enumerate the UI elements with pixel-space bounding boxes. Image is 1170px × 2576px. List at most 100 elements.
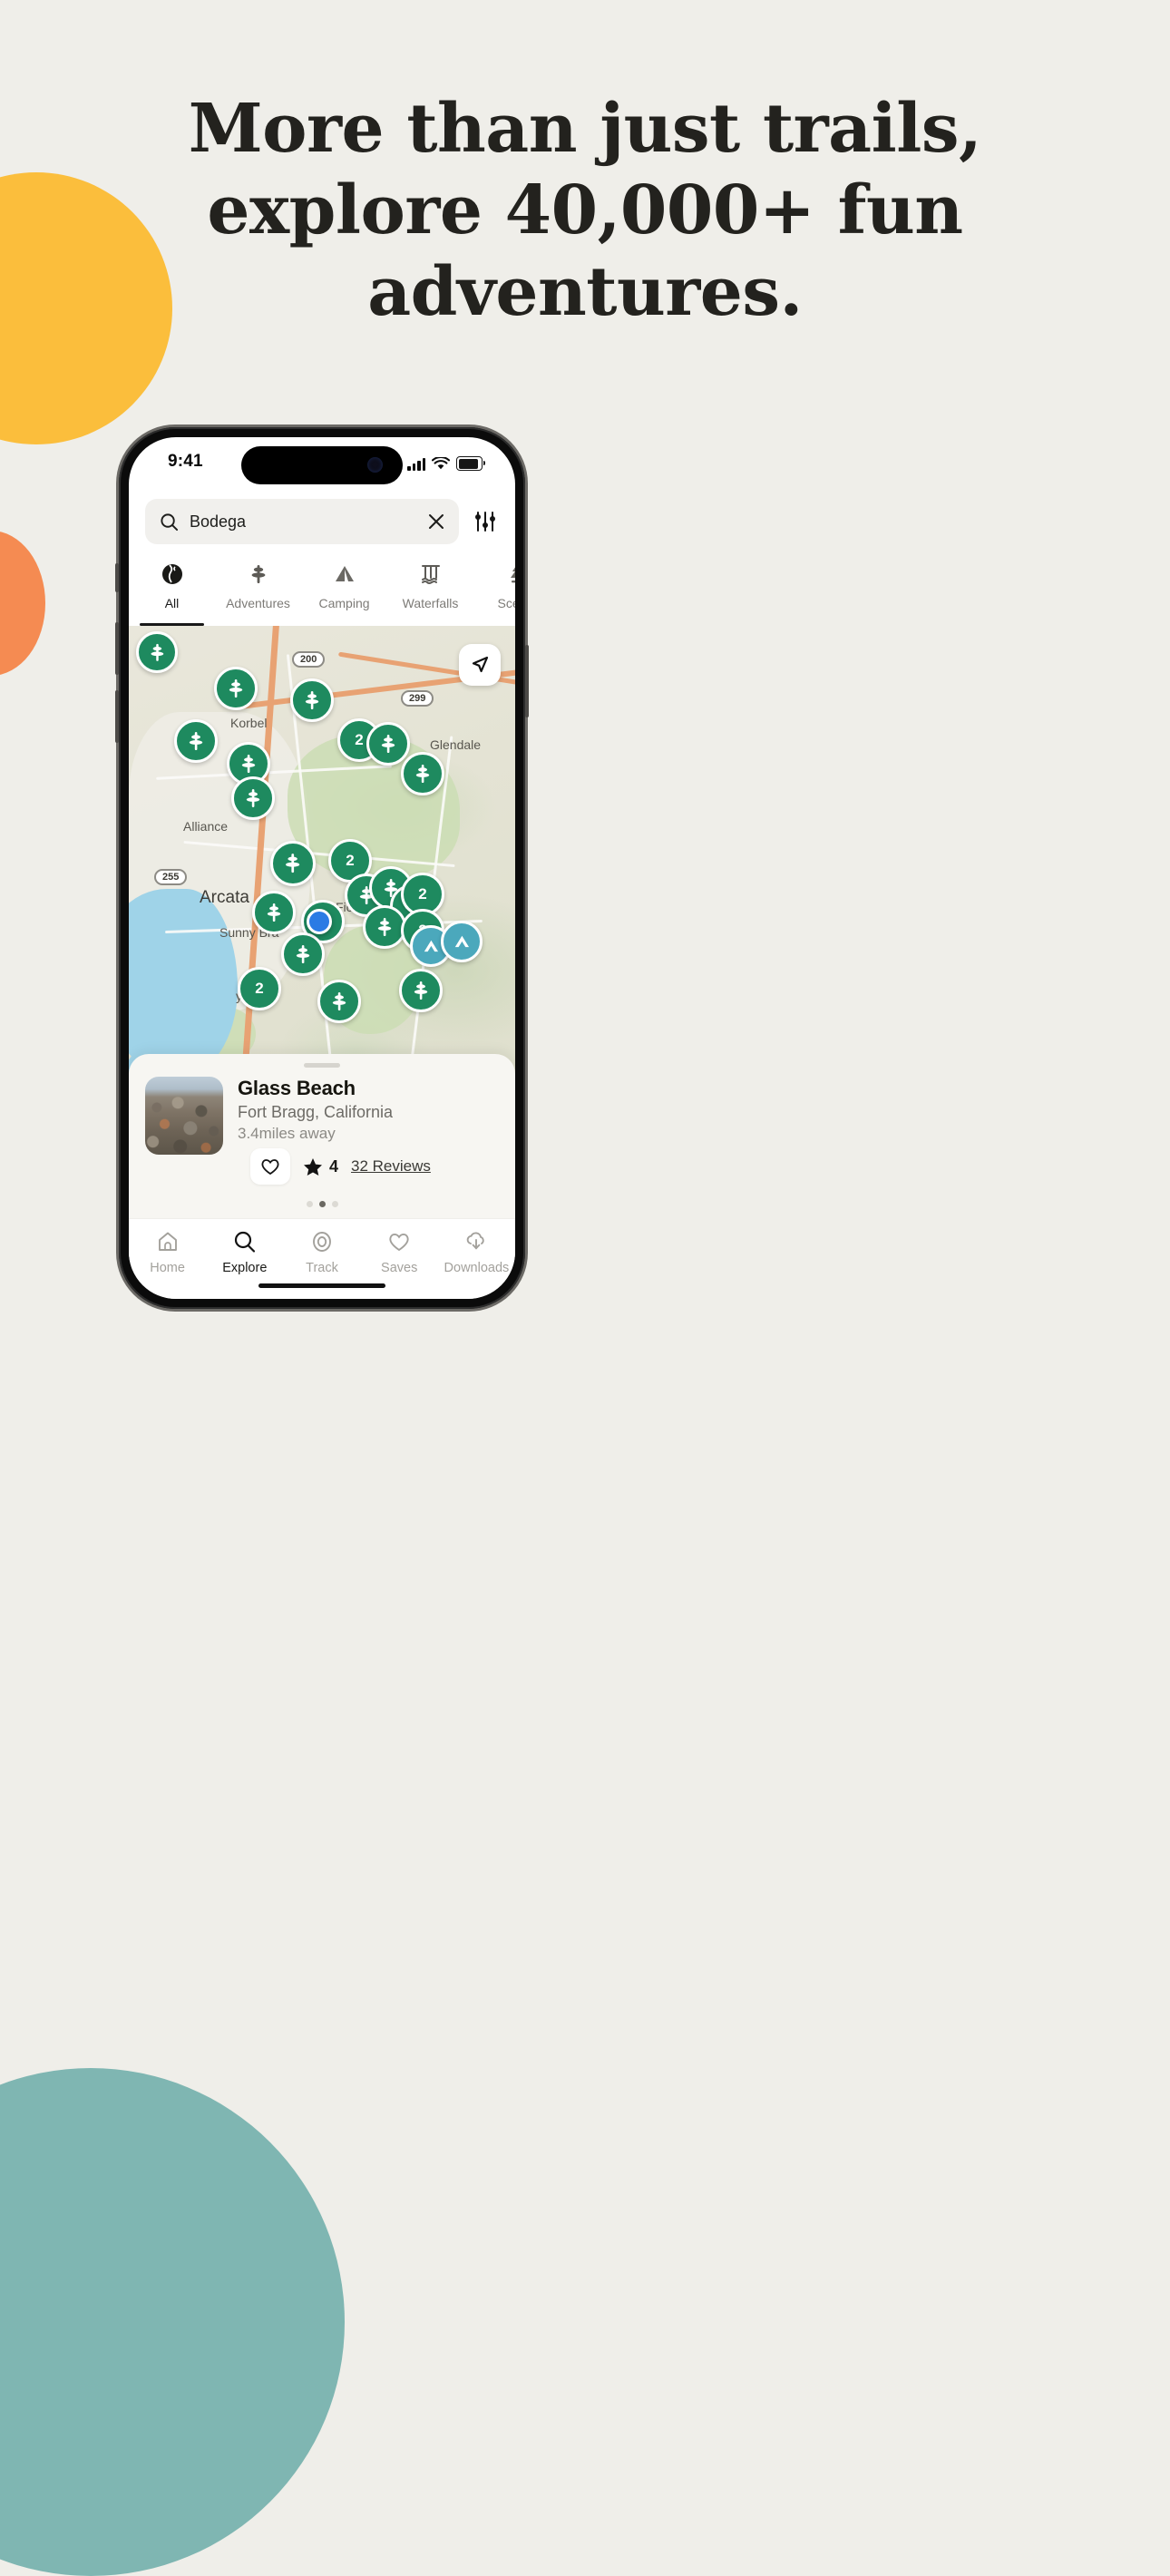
pine-tree-icon xyxy=(505,561,515,588)
place-card[interactable]: Glass Beach Fort Bragg, California 3.4mi… xyxy=(129,1054,515,1219)
tree-icon xyxy=(286,854,300,873)
home-indicator[interactable] xyxy=(258,1283,385,1288)
heart-icon xyxy=(387,1228,411,1255)
map-label: Glendale xyxy=(430,737,482,752)
map-pin[interactable] xyxy=(317,980,361,1023)
map-pin[interactable] xyxy=(281,932,325,976)
decorative-orange-circle xyxy=(0,531,45,676)
cloud-download-icon xyxy=(464,1228,488,1255)
search-value: Bodega xyxy=(190,512,247,531)
signal-bars-icon xyxy=(407,458,425,471)
page-dot[interactable] xyxy=(306,1201,313,1207)
map-pin[interactable] xyxy=(366,722,410,766)
favorite-button[interactable] xyxy=(250,1148,290,1185)
map-pin[interactable] xyxy=(290,678,334,722)
map-pin[interactable] xyxy=(214,667,258,710)
map-label: Korbel xyxy=(230,716,268,730)
map-label: Alliance xyxy=(183,819,229,834)
tree-icon xyxy=(247,561,270,588)
place-title: Glass Beach xyxy=(238,1077,356,1099)
nav-label: Home xyxy=(150,1261,185,1275)
tent-icon xyxy=(333,561,356,588)
navigation-arrow-icon xyxy=(472,656,489,673)
tab-camping[interactable]: Camping xyxy=(301,553,387,626)
map-pin[interactable] xyxy=(441,921,483,962)
map-pin[interactable] xyxy=(270,841,316,886)
sliders-icon xyxy=(475,512,495,532)
map-pin-cluster[interactable]: 2 xyxy=(238,967,281,1010)
reviews-link[interactable]: 32 Reviews xyxy=(351,1157,431,1176)
wifi-icon xyxy=(432,457,450,470)
tree-icon xyxy=(296,944,310,964)
map-highway-shield: 200 xyxy=(292,651,326,668)
close-icon[interactable] xyxy=(428,513,444,530)
tree-icon xyxy=(189,731,203,751)
place-meta-row: 4 32 Reviews xyxy=(250,1148,499,1185)
map-label: Arcata xyxy=(200,888,249,907)
dynamic-island xyxy=(241,446,403,484)
mountain-icon xyxy=(454,935,469,947)
map-pin[interactable] xyxy=(174,719,218,763)
tree-icon xyxy=(241,754,256,774)
nav-downloads[interactable]: Downloads xyxy=(438,1219,515,1299)
tab-all[interactable]: All xyxy=(129,553,215,626)
map-pin-count: 2 xyxy=(355,731,364,748)
rating: 4 xyxy=(303,1157,338,1176)
nav-label: Saves xyxy=(381,1261,418,1275)
place-location: Fort Bragg, California xyxy=(238,1103,394,1121)
page-dot-active[interactable] xyxy=(318,1201,326,1207)
map-view[interactable]: KorbelGlendaleAllianceArcataFickle HillS… xyxy=(129,626,515,1128)
status-clock: 9:41 xyxy=(168,452,203,471)
status-bar: 9:41 xyxy=(129,437,515,490)
place-card-body: Glass Beach Fort Bragg, California 3.4mi… xyxy=(129,1077,515,1190)
rating-value: 4 xyxy=(329,1156,339,1176)
map-pin-count: 2 xyxy=(418,885,427,903)
power-button[interactable] xyxy=(525,645,529,717)
tab-waterfalls[interactable]: Waterfalls xyxy=(387,553,473,626)
battery-icon xyxy=(456,456,485,471)
tree-icon xyxy=(151,643,163,661)
volume-down-button[interactable] xyxy=(115,690,119,743)
tree-icon xyxy=(229,678,243,698)
filter-button[interactable] xyxy=(472,508,499,535)
locate-me-button[interactable] xyxy=(459,644,501,686)
map-pin[interactable] xyxy=(136,631,178,673)
headline-line-1: More than just trails, xyxy=(188,90,982,168)
category-tabs[interactable]: All Adventures Camping Waterfalls Sc xyxy=(129,553,515,626)
globe-icon xyxy=(161,561,184,588)
tree-icon xyxy=(414,981,428,1000)
tree-icon xyxy=(377,917,392,937)
search-input[interactable]: Bodega xyxy=(145,499,459,544)
map-pin[interactable] xyxy=(399,969,443,1012)
tree-icon xyxy=(267,903,281,922)
map-highway-shield: 255 xyxy=(154,869,188,885)
mountain-icon xyxy=(424,940,438,951)
star-icon xyxy=(304,1157,322,1176)
place-thumbnail[interactable] xyxy=(145,1077,223,1155)
target-icon xyxy=(310,1228,334,1255)
map-pin[interactable] xyxy=(401,752,444,795)
phone-mockup: 9:41 Bodega All Adventures Camping Water… xyxy=(115,427,529,1309)
tab-label: All xyxy=(164,596,180,610)
tab-scenic[interactable]: Scenic xyxy=(473,553,515,626)
nav-label: Downloads xyxy=(444,1261,510,1275)
page-indicator[interactable] xyxy=(129,1190,515,1219)
headline-line-2: explore 40,000+ fun xyxy=(207,171,963,249)
page-dot[interactable] xyxy=(331,1201,338,1207)
nav-home[interactable]: Home xyxy=(129,1219,206,1299)
volume-up-button[interactable] xyxy=(115,622,119,675)
nav-label: Explore xyxy=(222,1261,268,1275)
tree-icon xyxy=(332,991,346,1011)
headline-line-3: adventures. xyxy=(367,253,803,331)
map-pin[interactable] xyxy=(363,905,406,949)
map-pin-count: 2 xyxy=(346,852,355,869)
map-highway-shield: 299 xyxy=(401,690,434,707)
tab-label: Scenic xyxy=(497,596,515,610)
map-pin[interactable] xyxy=(231,776,275,820)
drag-handle[interactable] xyxy=(304,1063,340,1068)
silence-switch[interactable] xyxy=(115,563,119,592)
heart-icon xyxy=(261,1159,279,1176)
map-pin[interactable] xyxy=(252,891,296,934)
tab-adventures[interactable]: Adventures xyxy=(215,553,301,626)
tab-label: Camping xyxy=(318,596,370,610)
